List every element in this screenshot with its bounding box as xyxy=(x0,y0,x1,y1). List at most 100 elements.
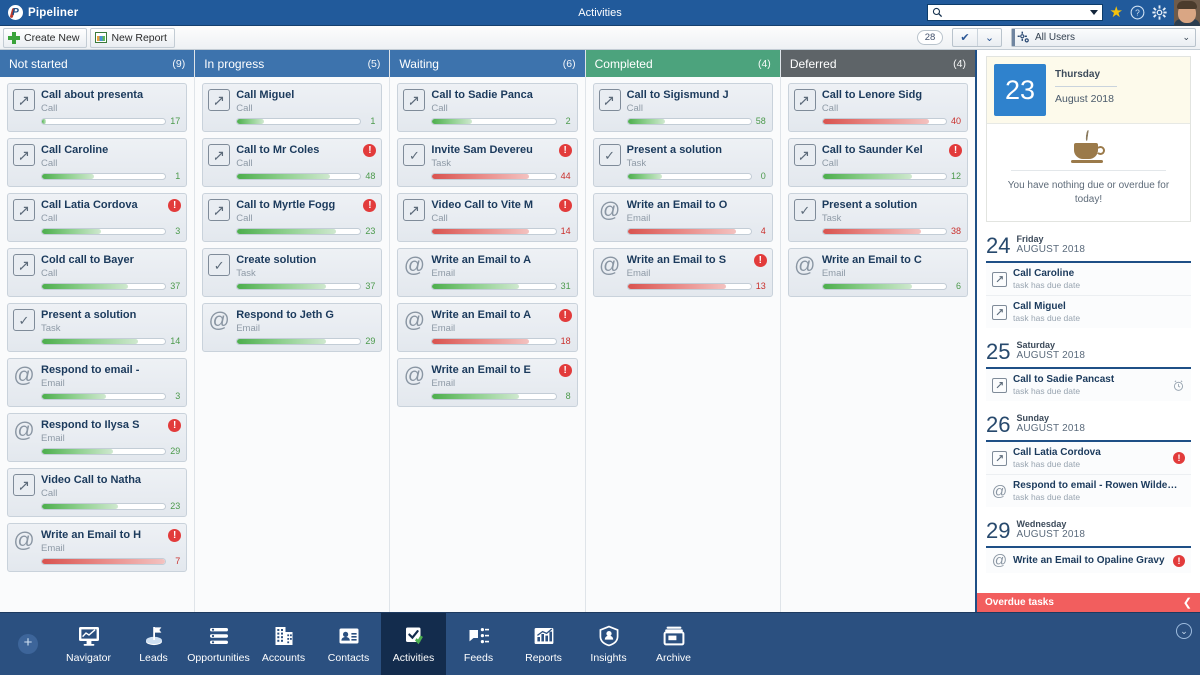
nav-item-opportunities[interactable]: Opportunities xyxy=(186,613,251,675)
activity-card[interactable]: ✓ Present a solution Task 0 xyxy=(592,138,773,187)
search-dropdown-caret-icon[interactable] xyxy=(1089,10,1098,15)
card-type: Task xyxy=(236,268,256,279)
today-empty-state: You have nothing due or overdue for toda… xyxy=(987,123,1190,221)
plus-icon xyxy=(8,31,20,44)
card-progress-bar xyxy=(41,558,167,565)
activity-card[interactable]: Video Call to Vite M Call 14! xyxy=(397,193,578,242)
calendar-task-item[interactable]: Call Latia Cordova task has due date! xyxy=(986,442,1191,475)
nav-item-activities[interactable]: Activities xyxy=(381,613,446,675)
calendar-task-item[interactable]: Call to Sadie Pancast task has due date xyxy=(986,369,1191,401)
select-dropdown-button[interactable]: ⌄ xyxy=(977,29,1001,46)
activity-card[interactable]: Call Caroline Call 1 xyxy=(7,138,188,187)
global-search[interactable] xyxy=(926,4,1103,21)
activity-card[interactable]: Call about presenta Call 17 xyxy=(7,83,188,132)
column-title: Deferred xyxy=(789,56,837,71)
select-check-button[interactable]: ✔ xyxy=(953,29,977,46)
email-icon: @ xyxy=(13,363,35,387)
activity-card[interactable]: Call Miguel Call 1 xyxy=(202,83,383,132)
activity-card[interactable]: @ Write an Email to C Email 6 xyxy=(787,248,969,297)
nav-item-contacts[interactable]: Contacts xyxy=(316,613,381,675)
activity-card[interactable]: Cold call to Bayer Call 37 xyxy=(7,248,188,297)
activity-card[interactable]: Call to Mr Coles Call 48! xyxy=(202,138,383,187)
activity-card[interactable]: ✓ Invite Sam Devereu Task 44! xyxy=(397,138,578,187)
card-type: Email xyxy=(626,268,651,279)
activity-card[interactable]: @ Respond to email - Email 3 xyxy=(7,358,188,407)
nav-item-accounts[interactable]: Accounts xyxy=(251,613,316,675)
favorites-star-icon[interactable]: ★ xyxy=(1110,5,1123,20)
activity-card[interactable]: @ Respond to Ilysa S Email 29! xyxy=(7,413,188,462)
user-avatar[interactable] xyxy=(1174,0,1200,26)
calendar-task-item[interactable]: Call Miguel task has due date xyxy=(986,296,1191,328)
help-icon[interactable]: ? xyxy=(1130,5,1145,20)
email-icon: @ xyxy=(991,552,1008,569)
nav-item-label: Navigator xyxy=(66,652,111,664)
activity-card[interactable]: Call to Myrtle Fogg Call 23! xyxy=(202,193,383,242)
activity-card[interactable]: @ Write an Email to E Email 8! xyxy=(397,358,578,407)
nav-item-feeds[interactable]: Feeds xyxy=(446,613,511,675)
card-progress-value: 48 xyxy=(365,171,376,181)
new-report-button[interactable]: New Report xyxy=(90,27,175,48)
activity-card[interactable]: @ Write an Email to S Email 13! xyxy=(592,248,773,297)
activity-card[interactable]: ✓ Present a solution Task 38 xyxy=(787,193,969,242)
card-progress-value: 23 xyxy=(170,501,181,511)
bottom-navigation: + Navigator Leads Opportunities Accounts Con… xyxy=(0,612,1200,675)
activity-card[interactable]: Call Latia Cordova Call 3! xyxy=(7,193,188,242)
user-filter-caret-icon[interactable]: ⌄ xyxy=(1182,32,1190,43)
activity-card[interactable]: Call to Sadie Panca Call 2 xyxy=(397,83,578,132)
card-title: Cold call to Bayer xyxy=(41,254,134,266)
activity-card[interactable]: ✓ Present a solution Task 14 xyxy=(7,303,188,352)
nav-item-leads[interactable]: Leads xyxy=(121,613,186,675)
calendar-task-item[interactable]: @ Respond to email - Rowen Wilders... task… xyxy=(986,475,1191,507)
card-progress-row: 29 xyxy=(236,337,375,346)
card-progress-value: 31 xyxy=(560,281,571,291)
overdue-tasks-bar[interactable]: Overdue tasks ❮ xyxy=(977,593,1200,612)
task-subtitle: task has due date xyxy=(1013,459,1081,469)
activity-card[interactable]: @ Write an Email to H Email 7! xyxy=(7,523,188,572)
card-progress-bar xyxy=(41,118,167,125)
activity-card[interactable]: @ Write an Email to A Email 18! xyxy=(397,303,578,352)
column-count: (4) xyxy=(757,57,771,70)
user-filter-dropdown[interactable]: All Users ⌄ xyxy=(1011,28,1196,47)
activity-card[interactable]: Call to Saunder Kel Call 12! xyxy=(787,138,969,187)
call-icon xyxy=(13,199,35,221)
nav-item-navigator[interactable]: Navigator xyxy=(56,613,121,675)
activity-card[interactable]: @ Respond to Jeth G Email 29 xyxy=(202,303,383,352)
card-title: Video Call to Vite M xyxy=(431,199,534,211)
card-progress-bar xyxy=(431,393,557,400)
overdue-collapse-chevron-icon[interactable]: ❮ xyxy=(1183,596,1192,609)
nav-item-archive[interactable]: Archive xyxy=(641,613,706,675)
activity-card[interactable]: Call to Lenore Sidg Call 40 xyxy=(787,83,969,132)
activity-card[interactable]: @ Write an Email to A Email 31 xyxy=(397,248,578,297)
card-type: Call xyxy=(431,103,448,114)
nav-item-insights[interactable]: Insights xyxy=(576,613,641,675)
nav-collapse-button[interactable]: ⌄ xyxy=(1176,623,1192,639)
call-icon xyxy=(992,304,1007,320)
activity-card[interactable]: ✓ Create solution Task 37 xyxy=(202,248,383,297)
card-progress-bar xyxy=(821,118,948,125)
card-progress-value: 12 xyxy=(951,171,962,181)
day-month: AUGUST 2018 xyxy=(1016,423,1086,434)
activity-card[interactable]: @ Write an Email to O Email 4 xyxy=(592,193,773,242)
calendar-scroll-area[interactable]: 23 Thursday August 2018 You have nothing du… xyxy=(977,50,1200,612)
activity-card[interactable]: Call to Sigismund J Call 58 xyxy=(592,83,773,132)
card-title: Create solution xyxy=(236,254,317,266)
calendar-task-item[interactable]: @ Write an Email to Opaline Gravy! xyxy=(986,548,1191,573)
contacts-icon xyxy=(339,628,358,644)
task-icon: ✓ xyxy=(793,199,816,221)
card-progress-value: 3 xyxy=(175,226,181,236)
call-icon xyxy=(208,89,231,111)
task-title: Call Caroline xyxy=(1013,268,1075,279)
card-progress-row: 7 xyxy=(41,557,180,566)
nav-add-button[interactable]: + xyxy=(0,613,56,675)
card-progress-value: 38 xyxy=(951,226,962,236)
create-new-button[interactable]: Create New xyxy=(3,27,88,48)
alert-icon: ! xyxy=(558,199,572,212)
alert-icon: ! xyxy=(1173,452,1185,464)
search-input[interactable] xyxy=(942,7,1088,18)
activity-card[interactable]: Video Call to Natha Call 23 xyxy=(7,468,188,517)
nav-item-reports[interactable]: Reports xyxy=(511,613,576,675)
calendar-task-item[interactable]: Call Caroline task has due date xyxy=(986,263,1191,296)
card-type: Email xyxy=(236,323,260,334)
card-progress-row: 4 xyxy=(626,227,766,236)
gear-icon[interactable] xyxy=(1152,5,1167,20)
